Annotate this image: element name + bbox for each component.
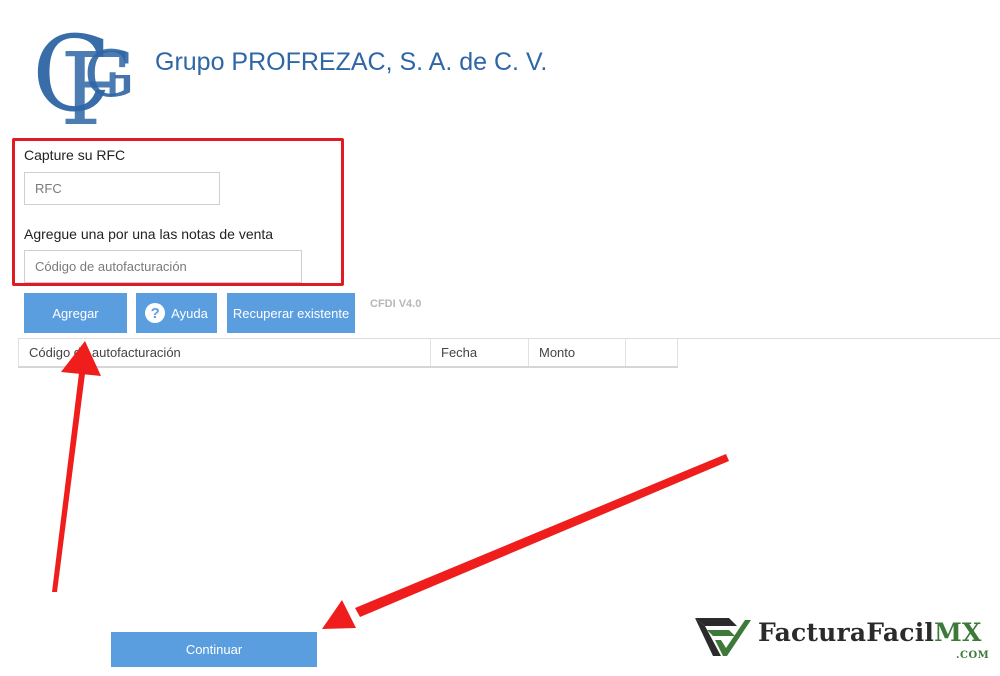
- recover-button-label: Recuperar existente: [232, 305, 350, 321]
- add-button[interactable]: Agregar: [24, 293, 127, 333]
- column-header-date: Fecha: [431, 339, 529, 366]
- company-name: Grupo PROFREZAC, S. A. de C. V.: [155, 48, 548, 76]
- rfc-input[interactable]: [24, 172, 220, 205]
- watermark-brand-mx: MX: [934, 618, 982, 647]
- column-header-code: Código de autofacturación: [19, 339, 431, 366]
- question-circle-icon: ?: [145, 303, 166, 323]
- notes-label: Agregue una por una las notas de venta: [24, 226, 274, 242]
- facturafacil-logo-icon: [695, 618, 751, 656]
- add-button-label: Agregar: [52, 305, 99, 321]
- help-button[interactable]: ? Ayuda: [136, 293, 217, 333]
- watermark-brand-suffix: .COM: [956, 650, 990, 661]
- red-arrow-icon: [52, 341, 101, 592]
- red-arrow-icon: [322, 454, 729, 629]
- invoice-table-header: Código de autofacturación Fecha Monto: [18, 339, 678, 368]
- svg-text:G: G: [84, 38, 135, 112]
- company-logo: C F G: [32, 13, 135, 130]
- continue-button-label: Continuar: [185, 642, 243, 657]
- continue-button[interactable]: Continuar: [111, 632, 317, 667]
- column-header-amount: Monto: [529, 339, 626, 366]
- rfc-label: Capture su RFC: [24, 147, 126, 163]
- watermark-brand: FacturaFacilMX: [758, 618, 982, 647]
- autofacturacion-code-input[interactable]: [24, 250, 302, 283]
- version-label: CFDI V4.0: [370, 298, 422, 310]
- help-button-label: Ayuda: [171, 305, 208, 321]
- recover-existing-button[interactable]: Recuperar existente: [227, 293, 355, 333]
- column-header-actions: [626, 339, 677, 366]
- watermark-brand-main: FacturaFacil: [758, 618, 935, 647]
